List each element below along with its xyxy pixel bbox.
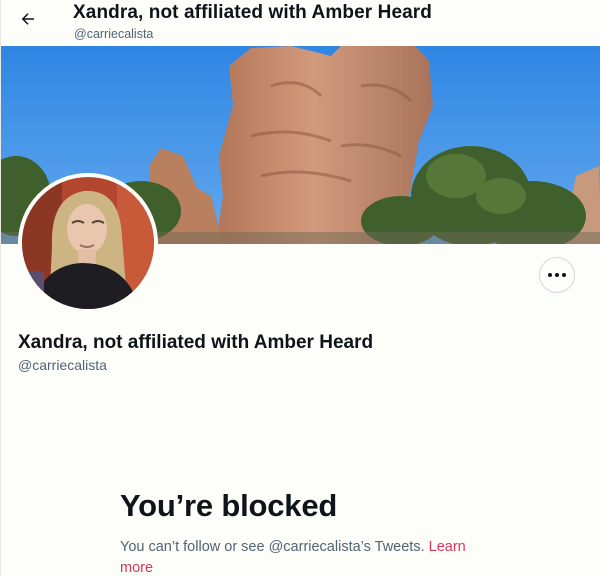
blocked-title: You’re blocked [120,488,338,523]
arrow-left-icon [21,13,34,25]
profile-header-bar: Xandra, not affiliated with Amber Heard … [1,0,600,46]
blocked-message: You can’t follow or see @carriecalista’s… [120,537,500,576]
more-horizontal-icon-dot [555,273,559,277]
profile-handle: @carriecalista [18,357,107,373]
header-title: Xandra, not affiliated with Amber Heard [73,2,432,23]
blocked-message-text: You can’t follow or see @carriecalista’s… [120,539,425,555]
profile-page: Xandra, not affiliated with Amber Heard … [0,0,600,576]
header-handle: @carriecalista [74,27,154,41]
profile-avatar[interactable] [18,173,158,313]
back-button[interactable] [13,4,43,34]
more-options-button[interactable] [539,257,575,293]
more-horizontal-icon-dot [561,273,566,277]
more-horizontal-icon [548,273,553,277]
profile-display-name: Xandra, not affiliated with Amber Heard [18,332,374,353]
avatar-image [22,177,154,309]
